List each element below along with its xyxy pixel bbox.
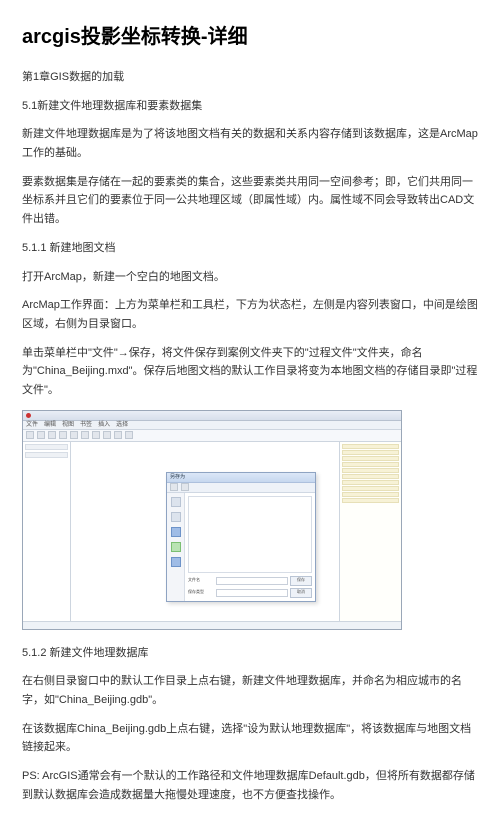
arcmap-screenshot: 文件 编辑 视图 书签 插入 选择 另存为 bbox=[22, 410, 482, 630]
toolbar-button-icon bbox=[81, 431, 89, 439]
catalog-item bbox=[342, 450, 399, 455]
catalog-item bbox=[342, 444, 399, 449]
filename-label: 文件名 bbox=[188, 577, 214, 585]
save-button: 保存 bbox=[290, 576, 312, 586]
app-body: 另存为 bbox=[23, 442, 401, 621]
dialog-titlebar: 另存为 bbox=[167, 473, 315, 483]
window-control-icon bbox=[26, 413, 31, 418]
body-text: 在右侧目录窗口中的默认工作目录上点右键，新建文件地理数据库，并命名为相应城市的名… bbox=[22, 672, 482, 709]
toolbar-button-icon bbox=[103, 431, 111, 439]
page-title: arcgis投影坐标转换-详细 bbox=[22, 20, 482, 54]
dialog-body: 文件名 保存 保存类型 取消 bbox=[167, 493, 315, 601]
nav-back-icon bbox=[170, 483, 178, 491]
toolbar-button-icon bbox=[59, 431, 67, 439]
catalog-item bbox=[342, 480, 399, 485]
network-icon bbox=[171, 542, 181, 552]
dialog-fields: 文件名 保存 保存类型 取消 bbox=[188, 576, 312, 598]
toolbar-button-icon bbox=[37, 431, 45, 439]
menu-item: 书签 bbox=[80, 420, 92, 430]
menu-item: 编辑 bbox=[44, 420, 56, 430]
catalog-item bbox=[342, 486, 399, 491]
menu-item: 文件 bbox=[26, 420, 38, 430]
toolbar bbox=[23, 430, 401, 442]
cancel-button: 取消 bbox=[290, 588, 312, 598]
folder-icon bbox=[171, 512, 181, 522]
catalog-item bbox=[342, 456, 399, 461]
body-text: 在该数据库China_Beijing.gdb上点右键，选择"设为默认地理数据库"… bbox=[22, 720, 482, 757]
catalog-item bbox=[342, 474, 399, 479]
filetype-select bbox=[216, 589, 288, 597]
catalog-panel bbox=[339, 442, 401, 621]
toolbar-button-icon bbox=[26, 431, 34, 439]
section-5-1: 5.1新建文件地理数据库和要素数据集 bbox=[22, 97, 482, 116]
catalog-item bbox=[342, 498, 399, 503]
dialog-toolbar bbox=[167, 483, 315, 493]
toc-panel bbox=[23, 442, 71, 621]
toolbar-button-icon bbox=[125, 431, 133, 439]
toc-item bbox=[25, 444, 68, 450]
body-text: 打开ArcMap，新建一个空白的地图文档。 bbox=[22, 268, 482, 287]
status-bar bbox=[23, 621, 401, 629]
menu-item: 插入 bbox=[98, 420, 110, 430]
drive-icon bbox=[171, 557, 181, 567]
body-text: 要素数据集是存储在一起的要素类的集合，这些要素类共用同一空间参考；即，它们共用同… bbox=[22, 173, 482, 229]
catalog-item bbox=[342, 462, 399, 467]
filetype-label: 保存类型 bbox=[188, 589, 214, 597]
section-5-1-1: 5.1.1 新建地图文档 bbox=[22, 239, 482, 258]
toolbar-button-icon bbox=[70, 431, 78, 439]
computer-icon bbox=[171, 527, 181, 537]
menubar: 文件 编辑 视图 书签 插入 选择 bbox=[23, 421, 401, 430]
chapter-heading: 第1章GIS数据的加载 bbox=[22, 68, 482, 87]
body-text: 单击菜单栏中"文件"→保存，将文件保存到案例文件夹下的"过程文件"文件夹，命名为… bbox=[22, 344, 482, 400]
map-canvas: 另存为 bbox=[71, 442, 339, 621]
toolbar-button-icon bbox=[48, 431, 56, 439]
body-text: ArcMap工作界面：上方为菜单栏和工具栏，下方为状态栏，左侧是内容列表窗口，中… bbox=[22, 296, 482, 333]
toolbar-button-icon bbox=[92, 431, 100, 439]
menu-item: 选择 bbox=[116, 420, 128, 430]
toolbar-button-icon bbox=[114, 431, 122, 439]
nav-up-icon bbox=[181, 483, 189, 491]
catalog-item bbox=[342, 468, 399, 473]
body-text: PS: ArcGIS通常会有一个默认的工作路径和文件地理数据库Default.g… bbox=[22, 767, 482, 804]
dialog-main: 文件名 保存 保存类型 取消 bbox=[185, 493, 315, 601]
save-as-dialog: 另存为 bbox=[166, 472, 316, 602]
catalog-item bbox=[342, 492, 399, 497]
section-5-1-2: 5.1.2 新建文件地理数据库 bbox=[22, 644, 482, 663]
toc-item bbox=[25, 452, 68, 458]
folder-icon bbox=[171, 497, 181, 507]
filename-input bbox=[216, 577, 288, 585]
dialog-places-bar bbox=[167, 493, 185, 601]
menu-item: 视图 bbox=[62, 420, 74, 430]
file-list bbox=[188, 496, 312, 573]
body-text: 新建文件地理数据库是为了将该地图文档有关的数据和关系内容存储到该数据库，这是Ar… bbox=[22, 125, 482, 162]
arcmap-window: 文件 编辑 视图 书签 插入 选择 另存为 bbox=[22, 410, 402, 630]
